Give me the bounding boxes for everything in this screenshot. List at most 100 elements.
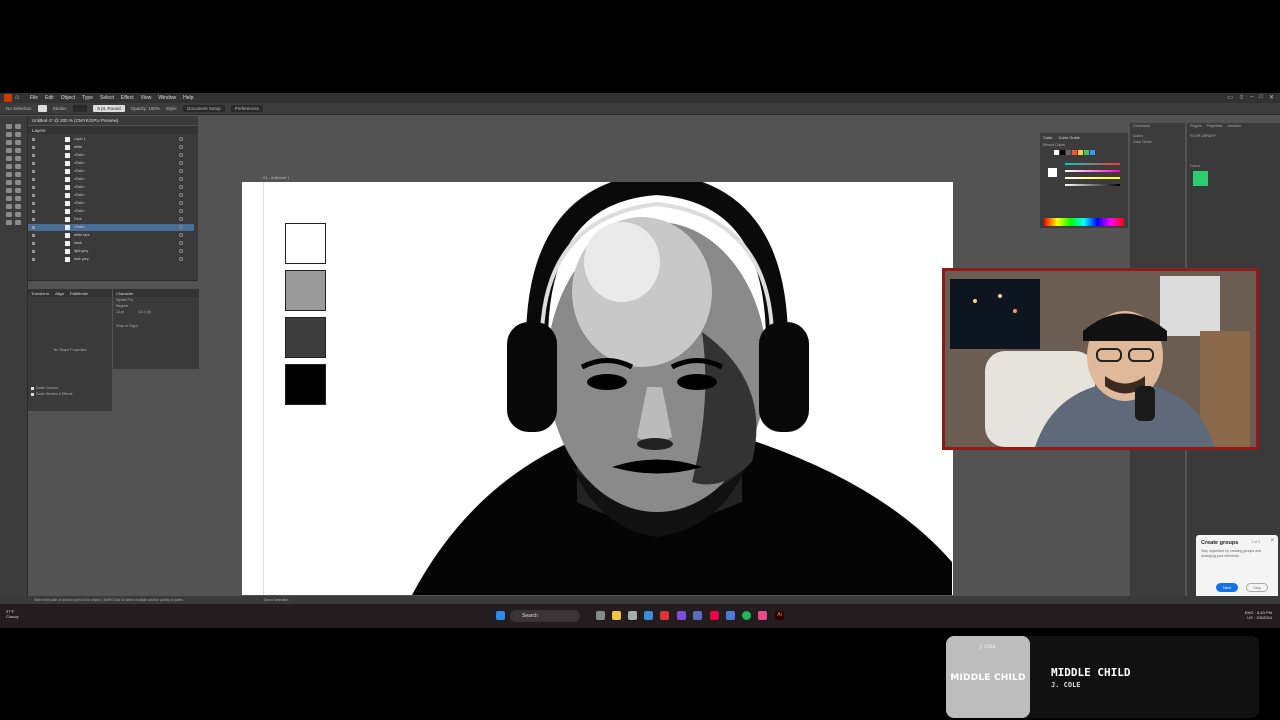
menu-window[interactable]: Window xyxy=(158,95,176,101)
recent-color-chip[interactable] xyxy=(1072,150,1077,155)
menu-select[interactable]: Select xyxy=(100,95,114,101)
preferences-button[interactable]: Preferences xyxy=(230,105,263,112)
tab-transform[interactable]: Transform xyxy=(31,291,49,296)
recent-color-chip[interactable] xyxy=(1078,150,1083,155)
app-icon[interactable] xyxy=(628,611,637,620)
target-circle-icon[interactable] xyxy=(179,257,183,261)
tool-icon[interactable] xyxy=(6,132,12,137)
posterized-portrait-image[interactable] xyxy=(322,182,953,595)
share-icon[interactable]: ⇪ xyxy=(1239,94,1244,101)
file-explorer-icon[interactable] xyxy=(612,611,621,620)
menu-edit[interactable]: Edit xyxy=(45,95,54,101)
app-icon[interactable] xyxy=(710,611,719,620)
visibility-eye-icon[interactable] xyxy=(32,258,35,261)
target-circle-icon[interactable] xyxy=(179,225,183,229)
layer-row[interactable]: light grey xyxy=(28,248,194,255)
document-setup-button[interactable]: Document Setup xyxy=(183,105,225,112)
target-circle-icon[interactable] xyxy=(179,137,183,141)
tool-icon[interactable] xyxy=(15,220,21,225)
visibility-eye-icon[interactable] xyxy=(32,162,35,165)
color-guide-item[interactable]: Color Guide xyxy=(1130,139,1185,145)
tab-color[interactable]: Color xyxy=(1043,135,1053,140)
tool-icon[interactable] xyxy=(15,204,21,209)
layer-row[interactable]: <Path> xyxy=(28,208,194,215)
menu-object[interactable]: Object xyxy=(61,95,75,101)
tool-icon[interactable] xyxy=(15,124,21,129)
tab-align[interactable]: Align xyxy=(55,291,64,296)
artboard-label[interactable]: 01 - Artboard 1 xyxy=(263,175,289,180)
leading-field[interactable]: (14.4 pt) xyxy=(138,310,151,314)
visibility-eye-icon[interactable] xyxy=(32,218,35,221)
m-slider[interactable] xyxy=(1065,170,1120,172)
library-color-swatch[interactable] xyxy=(1193,171,1208,186)
tool-icon[interactable] xyxy=(6,172,12,177)
tool-icon[interactable] xyxy=(6,180,12,185)
menu-view[interactable]: View xyxy=(141,95,152,101)
edge-icon[interactable] xyxy=(644,611,653,620)
tool-icon[interactable] xyxy=(15,180,21,185)
opacity-field[interactable]: Opacity: 100% xyxy=(131,106,160,111)
target-circle-icon[interactable] xyxy=(179,145,183,149)
tool-icon[interactable] xyxy=(15,132,21,137)
document-tab[interactable]: Untitled-1* @ 200 % (CMYK/GPU Preview) xyxy=(28,116,198,125)
visibility-eye-icon[interactable] xyxy=(32,210,35,213)
next-button[interactable]: Next xyxy=(1216,583,1238,592)
layer-row[interactable]: dark grey xyxy=(28,256,194,263)
skip-button[interactable]: Skip xyxy=(1246,583,1268,592)
target-circle-icon[interactable] xyxy=(179,217,183,221)
maximize-icon[interactable]: □ xyxy=(1259,94,1263,101)
spotify-icon[interactable] xyxy=(742,611,751,620)
swatch-black[interactable] xyxy=(285,364,326,405)
start-menu-icon[interactable] xyxy=(496,611,505,620)
target-circle-icon[interactable] xyxy=(179,201,183,205)
tool-icon[interactable] xyxy=(6,204,12,209)
target-circle-icon[interactable] xyxy=(179,161,183,165)
font-size-field[interactable]: 12 pt xyxy=(116,310,124,314)
tab-plugins[interactable]: Plugins xyxy=(1190,124,1201,128)
visibility-eye-icon[interactable] xyxy=(32,146,35,149)
visibility-eye-icon[interactable] xyxy=(32,250,35,253)
tool-icon[interactable] xyxy=(6,188,12,193)
tool-icon[interactable] xyxy=(6,212,12,217)
target-circle-icon[interactable] xyxy=(179,185,183,189)
tab-color-guide[interactable]: Color Guide xyxy=(1059,135,1080,140)
visibility-eye-icon[interactable] xyxy=(32,170,35,173)
scale-strokes-checkbox[interactable]: Scale Strokes & Effects xyxy=(28,391,112,397)
tool-icon[interactable] xyxy=(6,196,12,201)
layer-row[interactable]: <Path> xyxy=(28,224,194,231)
task-view-icon[interactable] xyxy=(596,611,605,620)
visibility-eye-icon[interactable] xyxy=(32,242,35,245)
tool-icon[interactable] xyxy=(6,164,12,169)
k-slider[interactable] xyxy=(1065,184,1120,186)
layer-row[interactable]: white face xyxy=(28,232,194,239)
tool-icon[interactable] xyxy=(15,156,21,161)
visibility-eye-icon[interactable] xyxy=(32,186,35,189)
layer-row[interactable]: <Path> xyxy=(28,176,194,183)
tab-pathfinder[interactable]: Pathfinder xyxy=(70,291,88,296)
weather-widget[interactable]: 37°F Cloudy xyxy=(6,609,18,620)
layer-row[interactable]: <Path> xyxy=(28,168,194,175)
tool-icon[interactable] xyxy=(15,188,21,193)
visibility-eye-icon[interactable] xyxy=(32,202,35,205)
target-circle-icon[interactable] xyxy=(179,169,183,173)
recent-color-chip[interactable] xyxy=(1084,150,1089,155)
tool-icon[interactable] xyxy=(6,156,12,161)
artboard[interactable] xyxy=(242,182,953,595)
fill-swatch[interactable] xyxy=(37,105,47,112)
layer-row[interactable]: <Path> xyxy=(28,200,194,207)
tool-icon[interactable] xyxy=(6,140,12,145)
recent-color-chip[interactable] xyxy=(1066,150,1071,155)
visibility-eye-icon[interactable] xyxy=(32,138,35,141)
visibility-eye-icon[interactable] xyxy=(32,178,35,181)
menu-type[interactable]: Type xyxy=(82,95,93,101)
tab-libraries[interactable]: Libraries xyxy=(1227,124,1240,128)
recent-color-chip[interactable] xyxy=(1054,150,1059,155)
stroke-width-field[interactable] xyxy=(73,105,88,112)
layer-row[interactable]: black xyxy=(28,240,194,247)
target-circle-icon[interactable] xyxy=(179,249,183,253)
home-icon[interactable]: ⌂ xyxy=(15,94,19,101)
system-tray[interactable]: ENG · 6:43 PM US · 3/5/2024 xyxy=(1245,610,1272,620)
layer-row[interactable]: white xyxy=(28,144,194,151)
swatch-light-grey[interactable] xyxy=(285,270,326,311)
target-circle-icon[interactable] xyxy=(179,153,183,157)
